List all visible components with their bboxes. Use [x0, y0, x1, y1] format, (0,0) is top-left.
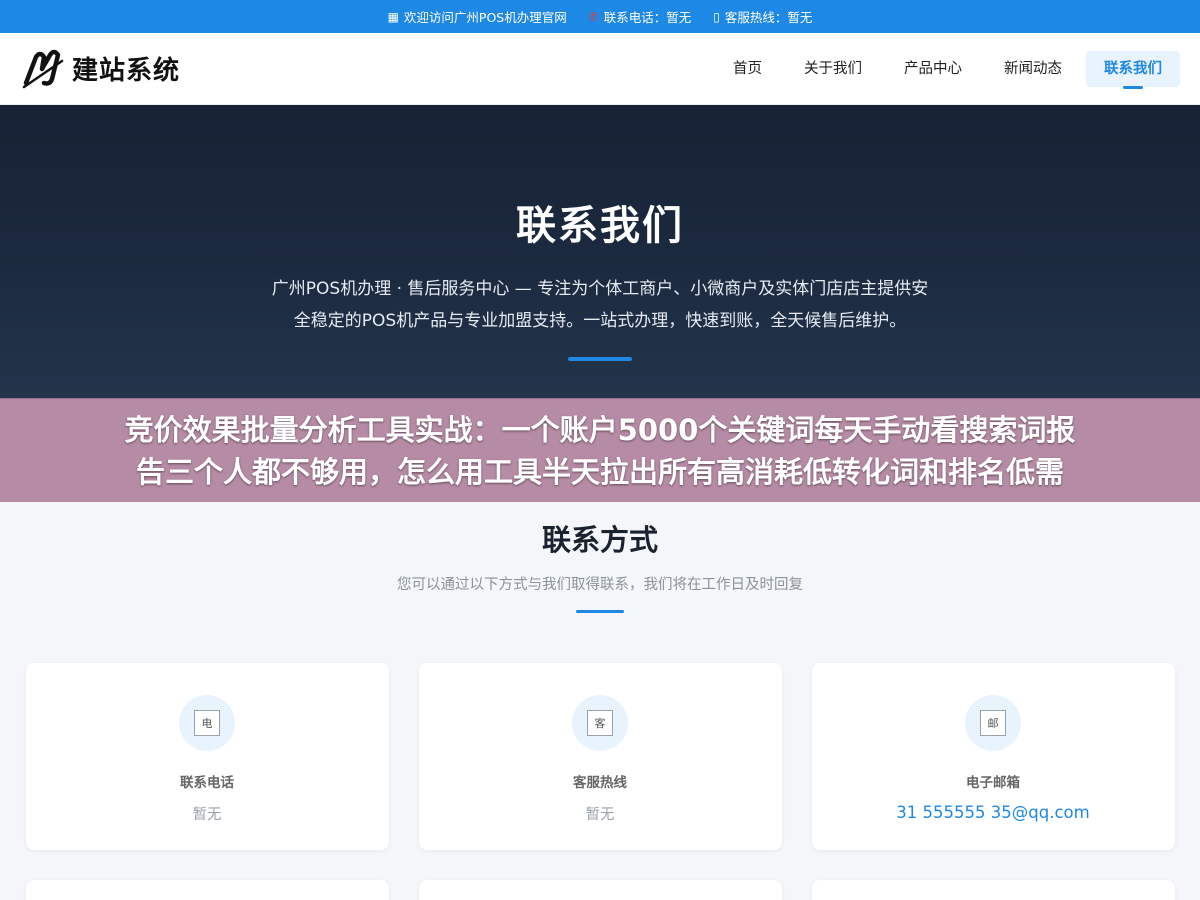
nav-item-news[interactable]: 新闻动态: [986, 51, 1080, 87]
contact-cards-row-2: [0, 880, 1200, 900]
welcome-info: ▦ 欢迎访问广州POS机办理官网: [388, 7, 567, 26]
banner-line-1: 竞价效果批量分析工具实战：一个账户5000个关键词每天手动看搜索词报: [124, 413, 1076, 447]
logo-text: 建站系统: [72, 56, 181, 86]
contact-section: 联系方式 您可以通过以下方式与我们取得联系，我们将在工作日及时回复 电 联系电话…: [0, 517, 1200, 900]
broken-image-icon: 客: [587, 710, 613, 736]
email-link[interactable]: 31 555555 35@qq.com: [896, 803, 1089, 822]
site-logo[interactable]: 建站系统: [22, 49, 180, 89]
page-title: 联系我们: [516, 203, 684, 249]
building-icon: ▦: [387, 9, 399, 24]
overlay-banner[interactable]: 竞价效果批量分析工具实战：一个账户5000个关键词每天手动看搜索词报 告三个人都…: [0, 398, 1200, 502]
card-value: 暂无: [192, 807, 222, 823]
hotline-card-icon: 客: [572, 695, 628, 751]
phone-card-icon: 电: [179, 695, 235, 751]
section-title: 联系方式: [541, 523, 658, 557]
contact-card-phone: 电 联系电话 暂无: [25, 663, 389, 850]
contact-card-hotline: 客 客服热线 暂无: [418, 663, 782, 850]
email-card-icon: 邮: [965, 695, 1021, 751]
card-label: 联系电话: [180, 775, 234, 791]
contact-card-partial: [811, 880, 1175, 900]
broken-image-icon: 邮: [980, 710, 1006, 736]
main-nav: 首页 关于我们 产品中心 新闻动态 联系我们: [715, 50, 1180, 89]
nav-item-about[interactable]: 关于我们: [786, 51, 880, 87]
welcome-text: 欢迎访问广州POS机办理官网: [403, 10, 567, 25]
phone-info: ✆ 联系电话：暂无: [589, 7, 692, 26]
nav-item-home[interactable]: 首页: [715, 51, 780, 87]
contact-card-email: 邮 电子邮箱 31 555555 35@qq.com: [811, 663, 1175, 850]
contact-card-partial: [25, 880, 389, 900]
hero-divider: [568, 357, 632, 361]
phone-text: 联系电话：暂无: [603, 10, 692, 25]
hotline-text: 客服热线：暂无: [724, 10, 813, 25]
card-value: 暂无: [585, 807, 615, 823]
hero-description: 广州POS机办理 · 售后服务中心 — 专注为个体工商户、小微商户及实体门店店主…: [271, 279, 929, 331]
hero-section: 联系我们 广州POS机办理 · 售后服务中心 — 专注为个体工商户、小微商户及实…: [0, 105, 1200, 399]
mobile-icon: ▯: [713, 9, 720, 24]
phone-icon: ✆: [588, 9, 599, 24]
contact-card-partial: [418, 880, 782, 900]
card-label: 电子邮箱: [966, 775, 1020, 791]
section-subtitle: 您可以通过以下方式与我们取得联系，我们将在工作日及时回复: [397, 577, 803, 593]
contact-cards: 电 联系电话 暂无 客 客服热线 暂无 邮 电子邮箱 31 555555 35@…: [0, 663, 1200, 850]
section-divider: [576, 610, 624, 613]
logo-mark-icon: [22, 49, 64, 88]
site-header: 建站系统 首页 关于我们 产品中心 新闻动态 联系我们: [0, 33, 1200, 105]
top-info-bar: ▦ 欢迎访问广州POS机办理官网 ✆ 联系电话：暂无 ▯ 客服热线：暂无: [0, 0, 1200, 33]
hotline-info: ▯ 客服热线：暂无: [713, 7, 812, 26]
broken-image-icon: 电: [194, 710, 220, 736]
nav-item-contact[interactable]: 联系我们: [1086, 50, 1180, 89]
nav-item-products[interactable]: 产品中心: [886, 51, 980, 87]
card-label: 客服热线: [573, 775, 627, 791]
banner-line-2: 告三个人都不够用，怎么用工具半天拉出所有高消耗低转化词和排名低需: [135, 455, 1064, 489]
